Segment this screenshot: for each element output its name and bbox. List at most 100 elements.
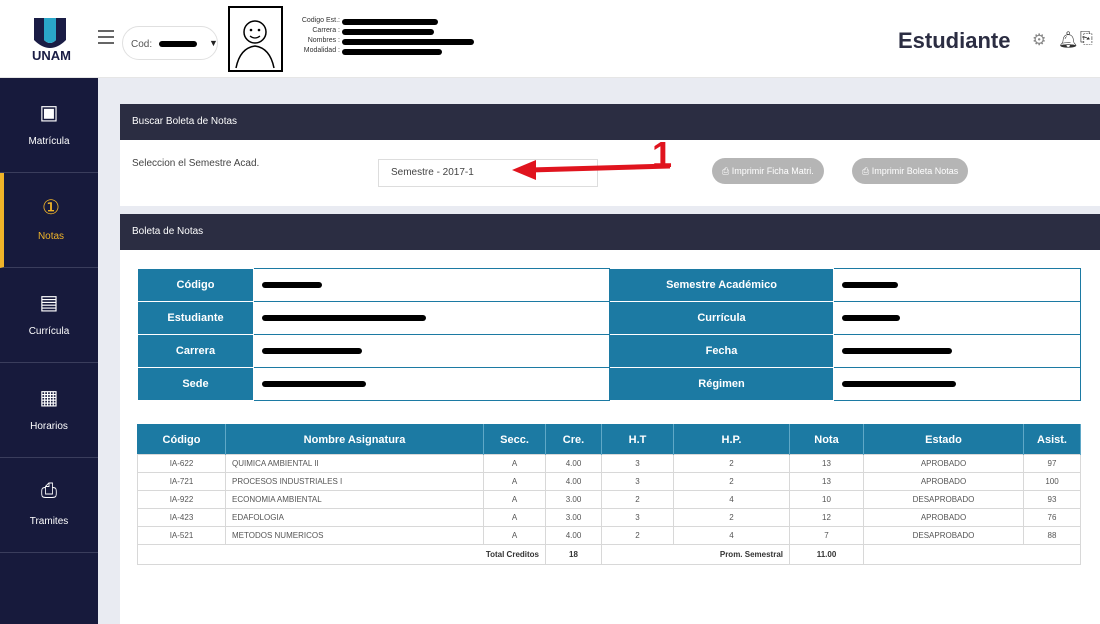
- col-header: H.P.: [673, 424, 790, 455]
- col-header: Cre.: [545, 424, 602, 455]
- print-boleta-button[interactable]: ⎙ Imprimir Boleta Notas: [852, 158, 969, 184]
- footer-empty: [863, 544, 1081, 565]
- value-fecha: [833, 334, 1081, 368]
- table-cell: 2: [673, 472, 790, 491]
- table-row: IA-622 QUIMICA AMBIENTAL II A 4.00 3 2 13 APROB…: [137, 454, 1081, 473]
- sidebar-item-label: Matrícula: [28, 136, 70, 147]
- table-cell: IA-721: [137, 472, 226, 491]
- table-cell: PROCESOS INDUSTRIALES I: [225, 472, 484, 491]
- total-creditos-value: 18: [545, 544, 602, 565]
- cod-label: Cod:: [131, 39, 153, 50]
- total-creditos-label: Total Creditos: [137, 544, 546, 565]
- table-cell: 100: [1023, 472, 1081, 491]
- prom-semestral-value: 11.00: [789, 544, 864, 565]
- buscar-card: Buscar Boleta de Notas Seleccion el Seme…: [120, 104, 1100, 206]
- label-estudiante: Estudiante: [137, 301, 254, 335]
- value-regimen: [833, 367, 1081, 401]
- gear-icon[interactable]: ⚙: [1032, 30, 1046, 50]
- notification-bell-icon[interactable]: 🔔︎: [1058, 30, 1078, 50]
- logout-door-icon[interactable]: ⎘: [1080, 30, 1093, 48]
- redacted-code: [159, 41, 197, 47]
- table-cell: IA-423: [137, 508, 226, 527]
- col-header: Nombre Asignatura: [225, 424, 484, 455]
- table-cell: A: [483, 472, 546, 491]
- sidebar-item-curricula[interactable]: ▤ Currícula: [0, 268, 98, 363]
- col-header: Estado: [863, 424, 1024, 455]
- table-cell: 2: [673, 508, 790, 527]
- col-header: Asist.: [1023, 424, 1081, 455]
- table-row: IA-721 PROCESOS INDUSTRIALES I A 4.00 3 2 13 AP…: [137, 472, 1081, 491]
- sidebar-item-notas[interactable]: ① Notas: [0, 173, 98, 268]
- redacted-value: [262, 348, 362, 354]
- table-cell: 93: [1023, 490, 1081, 509]
- table-cell: A: [483, 490, 546, 509]
- col-header: Secc.: [483, 424, 546, 455]
- table-cell: 3: [601, 472, 674, 491]
- sidebar-item-label: Horarios: [30, 421, 68, 432]
- red-arrow-annotation: [512, 160, 671, 180]
- medal-icon: ①: [42, 197, 60, 219]
- value-semestre: [833, 268, 1081, 302]
- clipboard-icon: ▤: [39, 292, 59, 314]
- label-curricula: Currícula: [609, 301, 834, 335]
- table-cell: APROBADO: [863, 508, 1024, 527]
- label-carrera: Carrera: [137, 334, 254, 368]
- redacted-value: [342, 49, 442, 55]
- table-cell: 3: [601, 508, 674, 527]
- student-info-table: Código Semestre Académico Estudiante Cur…: [137, 268, 1081, 401]
- redacted-value: [842, 315, 900, 321]
- prom-semestral-label: Prom. Semestral: [601, 544, 790, 565]
- col-header: Nota: [789, 424, 864, 455]
- cod-select[interactable]: Cod: ▼: [122, 26, 218, 60]
- sidebar-item-label: Notas: [37, 231, 65, 242]
- table-cell: 4.00: [545, 526, 602, 545]
- redacted-value: [262, 282, 322, 288]
- table-cell: 2: [601, 526, 674, 545]
- value-codigo: [253, 268, 610, 302]
- print-ficha-button[interactable]: ⎙ Imprimir Ficha Matri.: [712, 158, 824, 184]
- table-row: IA-922 ECONOMIA AMBIENTAL A 3.00 2 4 10 DESAPRO…: [137, 490, 1081, 509]
- print-boleta-label: Imprimir Boleta Notas: [871, 166, 959, 176]
- value-estudiante: [253, 301, 610, 335]
- table-cell: IA-521: [137, 526, 226, 545]
- table-cell: 12: [789, 508, 864, 527]
- print-ficha-label: Imprimir Ficha Matri.: [731, 166, 814, 176]
- menu-toggle-icon[interactable]: [98, 30, 114, 44]
- table-cell: 3.00: [545, 490, 602, 509]
- sidebar-item-tramites[interactable]: ⎙ Tramites: [0, 458, 98, 553]
- student-photo: [228, 6, 283, 72]
- sidebar-item-horarios[interactable]: ▦ Horarios: [0, 363, 98, 458]
- top-bar: UNAM Cod: ▼ Codigo Est.: Carrera : Nombr…: [0, 0, 1100, 78]
- table-cell: IA-922: [137, 490, 226, 509]
- info-label-codigo: Codigo Est.:: [301, 17, 340, 24]
- table-cell: 3: [601, 454, 674, 473]
- boleta-card-title: Boleta de Notas: [120, 214, 1100, 250]
- redacted-value: [842, 381, 956, 387]
- table-cell: 10: [789, 490, 864, 509]
- person-avatar-icon: [235, 20, 275, 69]
- table-cell: DESAPROBADO: [863, 490, 1024, 509]
- info-label-nombres: Nombres :: [307, 37, 340, 44]
- sidebar-item-matricula[interactable]: ▣ Matrícula: [0, 78, 98, 173]
- semestre-select-label: Seleccion el Semestre Acad.: [132, 158, 260, 169]
- label-semestre: Semestre Académico: [609, 268, 834, 302]
- info-label-modalidad: Modalidad :: [303, 47, 340, 54]
- table-cell: 2: [673, 454, 790, 473]
- redacted-value: [842, 348, 952, 354]
- buscar-card-title: Buscar Boleta de Notas: [120, 104, 1100, 140]
- table-cell: 97: [1023, 454, 1081, 473]
- table-cell: QUIMICA AMBIENTAL II: [225, 454, 484, 473]
- table-row: IA-423 EDAFOLOGIA A 3.00 3 2 12 APROBADO 76: [137, 508, 1081, 527]
- redacted-value: [342, 39, 474, 45]
- label-codigo: Código: [137, 268, 254, 302]
- table-cell: A: [483, 454, 546, 473]
- student-info: Codigo Est.: Carrera : Nombres : Modalid…: [290, 16, 474, 56]
- table-cell: 4.00: [545, 472, 602, 491]
- value-carrera: [253, 334, 610, 368]
- unam-logo[interactable]: UNAM: [20, 8, 80, 70]
- table-cell: A: [483, 526, 546, 545]
- col-header: Código: [137, 424, 226, 455]
- redacted-value: [342, 19, 438, 25]
- redacted-value: [842, 282, 898, 288]
- redacted-value: [342, 29, 434, 35]
